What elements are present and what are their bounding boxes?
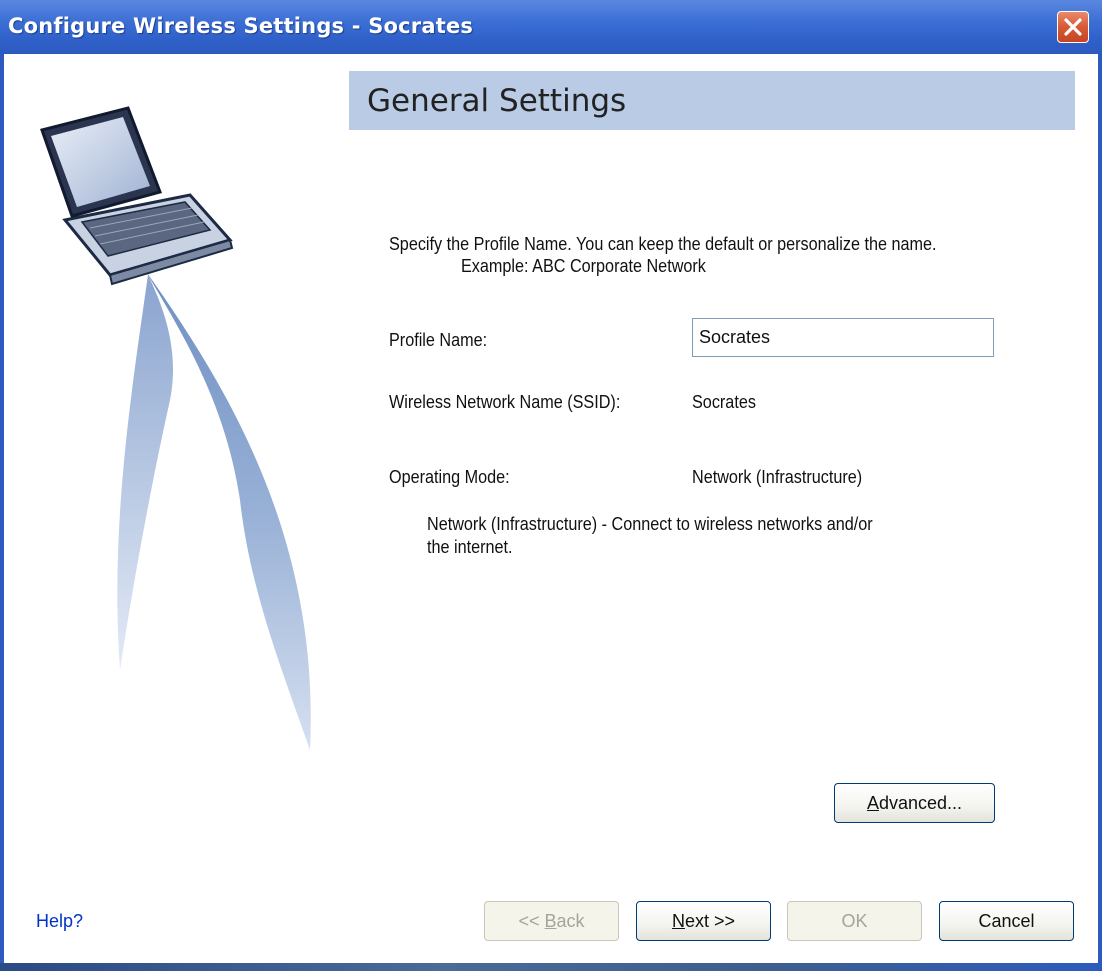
ssid-value: Socrates xyxy=(692,392,756,412)
profile-name-label: Profile Name: xyxy=(389,330,488,350)
cancel-button[interactable]: Cancel xyxy=(939,901,1074,941)
close-icon xyxy=(1064,18,1082,36)
help-link[interactable]: Help? xyxy=(36,911,83,932)
ok-button[interactable]: OK xyxy=(787,901,922,941)
operating-mode-description: Network (Infrastructure) - Connect to wi… xyxy=(427,514,873,534)
instruction-text: Specify the Profile Name. You can keep t… xyxy=(389,234,937,254)
next-button[interactable]: Next >> xyxy=(636,901,771,941)
window-frame-left xyxy=(0,54,4,971)
advanced-button[interactable]: Advanced... xyxy=(834,783,995,823)
back-button[interactable]: << Back xyxy=(484,901,619,941)
window-frame-right xyxy=(1098,54,1102,971)
close-button[interactable] xyxy=(1057,11,1089,43)
page-title: General Settings xyxy=(367,83,627,119)
window-title: Configure Wireless Settings - Socrates xyxy=(8,14,474,38)
next-accel: N xyxy=(671,911,685,931)
window-frame-bottom xyxy=(0,963,1102,971)
back-label: ack xyxy=(556,911,585,931)
operating-mode-description-cont: the internet. xyxy=(427,537,513,557)
advanced-label: dvanced... xyxy=(878,793,963,813)
operating-mode-value: Network (Infrastructure) xyxy=(692,467,863,487)
dialog-window: Configure Wireless Settings - Socrates G… xyxy=(0,0,1102,971)
laptop-illustration-icon xyxy=(40,106,311,750)
back-prefix: << xyxy=(518,911,545,931)
instruction-example: Example: ABC Corporate Network xyxy=(461,256,706,276)
title-bar[interactable]: Configure Wireless Settings - Socrates xyxy=(0,0,1102,54)
advanced-accel: A xyxy=(866,793,879,813)
ssid-label: Wireless Network Name (SSID): xyxy=(389,392,621,412)
profile-name-input[interactable] xyxy=(692,318,994,357)
next-label: ext >> xyxy=(684,911,736,931)
back-accel: B xyxy=(544,911,557,931)
section-header: General Settings xyxy=(349,71,1075,130)
operating-mode-label: Operating Mode: xyxy=(389,467,510,487)
